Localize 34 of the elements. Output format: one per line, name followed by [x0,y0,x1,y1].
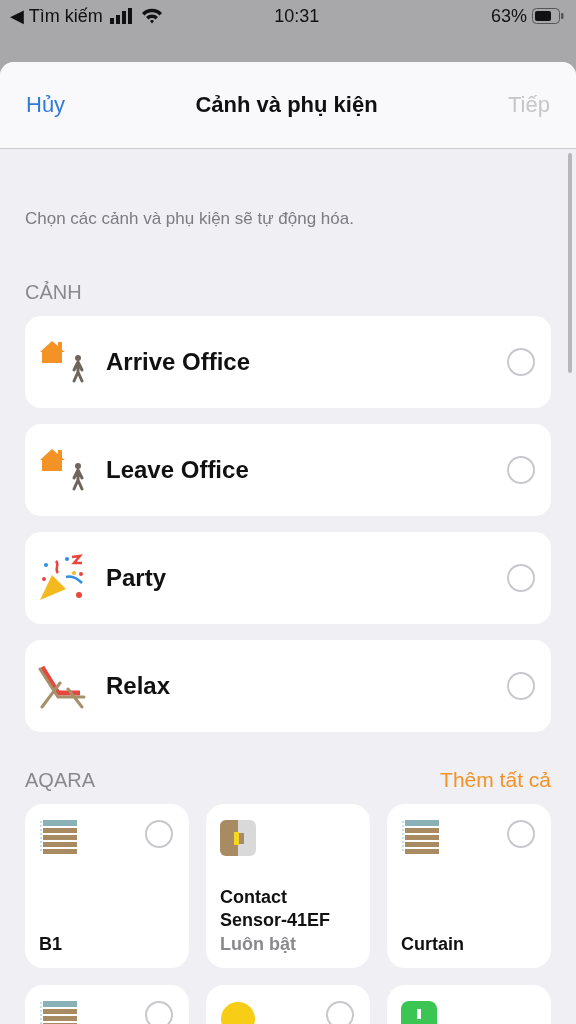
wifi-icon [140,8,163,24]
accessory-name: Curtain [401,932,465,956]
battery-icon [532,8,564,24]
back-to-app-label[interactable]: ◀ Tìm kiếm [10,5,103,27]
accessory-name: Contact Sensor-41EF [220,885,332,933]
accessory-tile[interactable]: Contact Sensor-41EF Luôn bật [206,804,370,968]
accessory-tile[interactable]: Curtain [387,804,551,968]
radio-button[interactable] [507,564,535,592]
scene-name: Arrive Office [106,348,252,376]
contact-sensor-icon [220,820,256,856]
scene-name: Relax [106,672,172,700]
clock-time: 10:31 [273,5,321,27]
accessory-tile[interactable]: B1 [25,804,189,968]
description-text: Chọn các cảnh và phụ kiện sẽ tự động hóa. [25,208,355,229]
scene-row[interactable]: Party [25,532,551,624]
battery-percent: 63% [490,5,527,27]
accessory-status: Luôn bật [220,932,297,956]
section-header: CẢNH [25,281,83,304]
scene-row[interactable]: Leave Office [25,424,551,516]
scene-name: Party [106,564,168,592]
scene-row[interactable]: Relax [25,640,551,732]
radio-button[interactable] [507,348,535,376]
radio-button[interactable] [326,1001,354,1024]
accessory-name: B1 [39,932,63,956]
radio-button[interactable] [507,672,535,700]
scene-row[interactable]: Arrive Office [25,316,551,408]
radio-button[interactable] [145,1001,173,1024]
radio-button[interactable] [145,820,173,848]
radio-button[interactable] [507,820,535,848]
cancel-button[interactable]: Hủy [26,92,66,118]
radio-button[interactable] [507,456,535,484]
scene-name: Leave Office [106,456,250,484]
section-header: AQARA [25,768,96,792]
sheet-title: Cảnh và phụ kiện [195,92,378,118]
